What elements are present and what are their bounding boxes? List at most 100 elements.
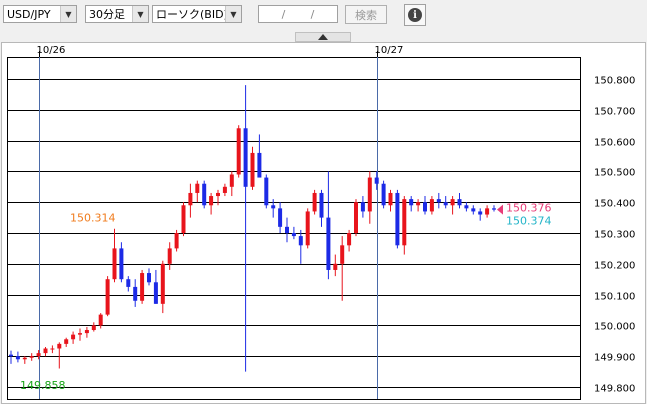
candle-body — [22, 357, 27, 360]
y-tick-label: 150.300 — [594, 230, 635, 241]
candle-body — [374, 177, 379, 184]
candle-body — [333, 263, 338, 270]
candle-body — [209, 196, 214, 206]
candle-body — [167, 248, 172, 264]
candle-body — [485, 208, 490, 215]
candle-body — [91, 325, 96, 331]
candle-body — [229, 174, 234, 187]
candle-body — [50, 348, 55, 350]
y-tick-label: 150.700 — [594, 107, 635, 118]
candle-body — [492, 208, 496, 210]
candle-body — [153, 282, 158, 304]
info-icon: i — [408, 8, 422, 22]
candle-body — [71, 334, 76, 340]
candle-body — [9, 354, 13, 357]
candle-body — [98, 314, 103, 326]
candle-body — [471, 208, 476, 212]
candle-body — [305, 211, 310, 246]
candle-body — [264, 177, 269, 206]
candle-body — [402, 199, 407, 246]
candle-body — [188, 192, 193, 206]
candle-body — [36, 353, 41, 357]
candle-body — [43, 348, 48, 354]
candle-body — [112, 248, 117, 280]
search-button[interactable]: 検索 — [345, 5, 387, 24]
currency-pair-select[interactable]: USD/JPY ▼ — [3, 5, 77, 23]
bid-price-label: 150.376 — [506, 202, 552, 215]
candle-body — [457, 199, 462, 206]
candle-body — [195, 183, 200, 193]
y-tick-label: 150.000 — [594, 322, 635, 333]
candle-body — [291, 233, 296, 237]
candle-body — [126, 279, 131, 287]
candle-body — [160, 263, 165, 304]
chart-type-value: ローソク(BID) — [156, 8, 225, 21]
candle-body — [78, 333, 82, 335]
candle-body — [250, 152, 255, 187]
y-tick-label: 150.400 — [594, 199, 635, 210]
chevron-down-icon[interactable]: ▼ — [132, 6, 148, 22]
date-input[interactable]: / / — [258, 5, 338, 23]
date-separator: / — [281, 7, 286, 21]
candle-body — [222, 186, 227, 193]
candle-body — [354, 202, 358, 233]
candle-body — [367, 177, 372, 212]
x-tick-label: 10/26 — [37, 45, 66, 56]
candle-body — [319, 192, 324, 218]
candle-body — [347, 233, 352, 246]
candle-body — [216, 192, 220, 197]
candle-body — [340, 245, 345, 264]
candle-body — [140, 273, 145, 301]
candle-body — [181, 205, 186, 233]
candle-body — [429, 199, 434, 212]
high-price-label: 150.314 — [70, 212, 116, 225]
candle-body — [105, 279, 110, 315]
candle-body — [450, 199, 455, 206]
candle-body — [381, 183, 386, 206]
toolbar: USD/JPY ▼ 30分足 ▼ ローソク(BID) ▼ / / 検索 i — [0, 0, 647, 30]
y-tick-label: 150.200 — [594, 261, 635, 272]
x-tick-label: 10/27 — [375, 45, 404, 56]
candle-body — [202, 183, 207, 206]
chart-type-select[interactable]: ローソク(BID) ▼ — [152, 5, 242, 23]
candle-body — [57, 343, 62, 349]
y-tick-label: 150.600 — [594, 138, 635, 149]
candlestick-chart[interactable]: 150.800 150.700 150.600 150.500 150.400 150.3… — [0, 42, 647, 404]
chevron-down-icon[interactable]: ▼ — [225, 6, 241, 22]
candle-body — [174, 233, 179, 249]
candle-body — [360, 202, 365, 212]
timeframe-select[interactable]: 30分足 ▼ — [85, 5, 149, 23]
candle-body — [15, 356, 20, 360]
low-price-label: 149.858 — [20, 379, 66, 392]
timeframe-value: 30分足 — [89, 8, 125, 21]
candle-body — [436, 199, 441, 203]
candle-body — [285, 226, 289, 233]
y-tick-label: 150.500 — [594, 168, 635, 179]
candle-body — [443, 202, 448, 206]
date-separator: / — [310, 7, 315, 21]
candle-body — [416, 202, 421, 206]
candle-body — [147, 273, 151, 283]
candle-body — [326, 217, 331, 270]
candle-body — [395, 192, 400, 246]
candle-body — [312, 192, 317, 212]
chevron-down-icon[interactable]: ▼ — [60, 6, 76, 22]
ask-price-label: 150.374 — [506, 215, 552, 228]
collapse-toolbar-button[interactable] — [295, 32, 351, 42]
candle-body — [133, 286, 138, 301]
candle-body — [84, 330, 89, 334]
candle-body — [423, 202, 427, 212]
y-tick-label: 149.900 — [594, 353, 635, 364]
candle-body — [388, 192, 393, 206]
candle-body — [271, 205, 276, 209]
candle-body — [478, 211, 483, 215]
y-tick-label: 150.800 — [594, 76, 635, 87]
candle-body — [236, 128, 241, 175]
candle-body — [298, 236, 303, 246]
info-button[interactable]: i — [404, 4, 426, 26]
triangle-up-icon — [318, 34, 328, 40]
candle-body — [119, 248, 124, 280]
candle-body — [257, 152, 262, 178]
candle-body — [409, 199, 414, 206]
currency-pair-value: USD/JPY — [7, 7, 51, 21]
